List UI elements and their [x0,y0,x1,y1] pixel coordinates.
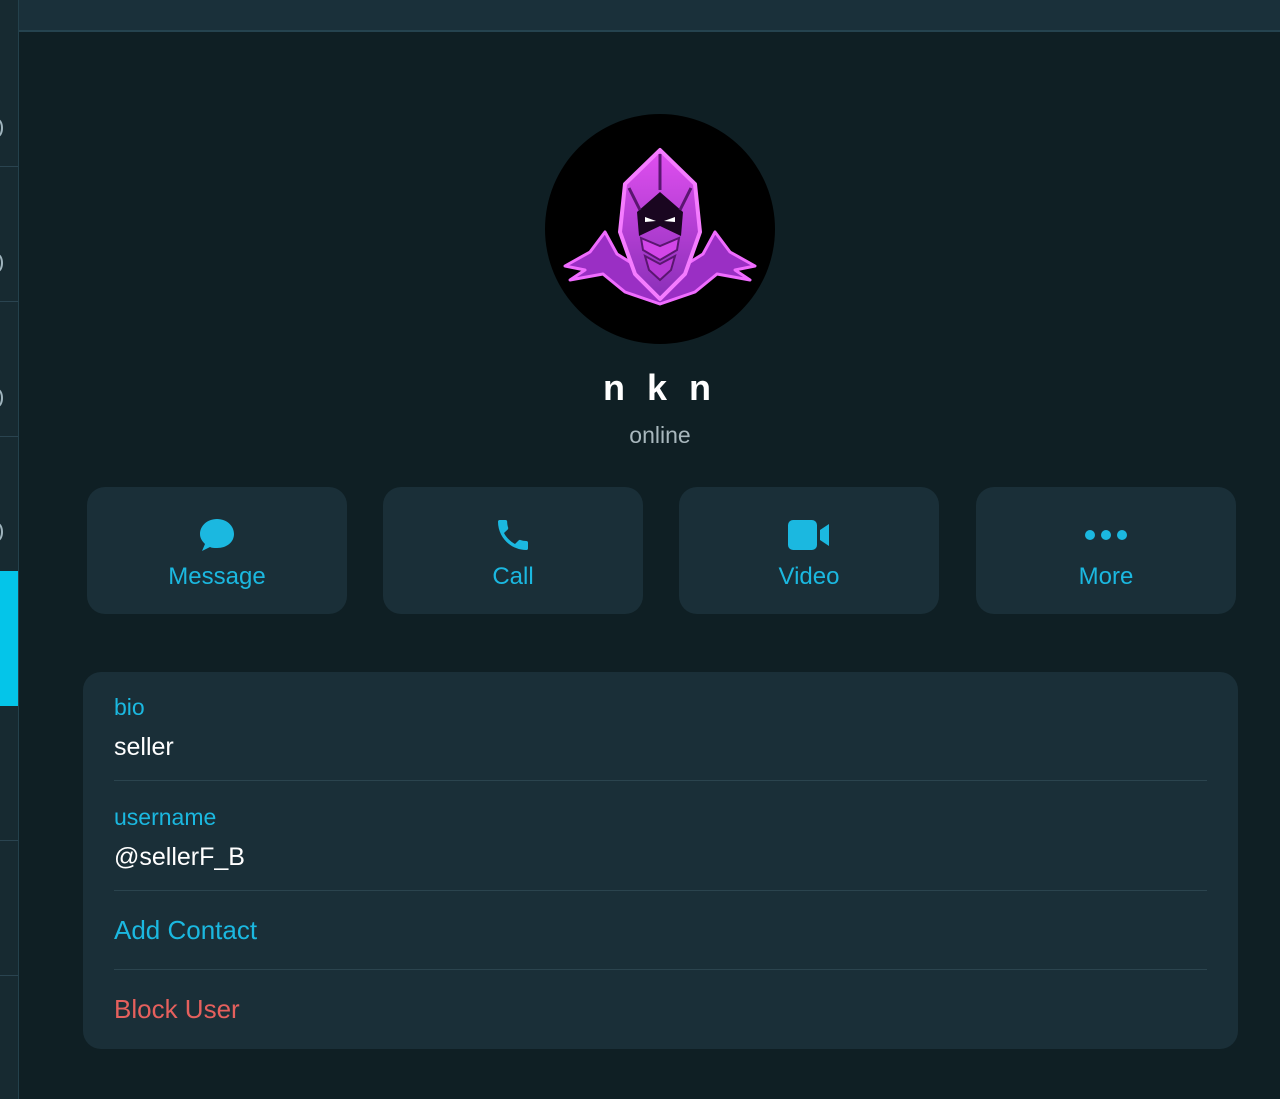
profile-info-card: bio seller username @sellerF_B Add Conta… [83,672,1238,1049]
video-camera-icon [788,520,829,550]
block-user-button[interactable]: Block User [114,993,240,1025]
bio-value[interactable]: seller [114,732,174,762]
sidebar-item-active-indicator[interactable] [0,571,18,706]
video-button[interactable]: Video [679,487,939,614]
message-button[interactable]: Message [87,487,347,614]
chat-item-edge-4[interactable] [0,523,3,541]
divider [114,780,1207,781]
call-button[interactable]: Call [383,487,643,614]
hooded-figure-icon [563,148,757,306]
message-button-label: Message [168,563,266,590]
avatar[interactable] [545,114,775,344]
sidebar-divider [0,436,18,437]
profile-name: n k n [602,367,717,408]
divider [114,890,1207,891]
sidebar-divider [0,975,18,976]
add-contact-button[interactable]: Add Contact [114,914,257,946]
video-button-label: Video [778,563,840,590]
chat-list-sidebar [0,0,19,1099]
sidebar-divider [0,301,18,302]
more-button[interactable]: More [976,487,1236,614]
chat-item-edge-3[interactable] [0,389,3,407]
phone-icon [498,520,528,550]
chat-bubble-icon [200,519,234,551]
chat-item-edge-2[interactable] [0,254,3,272]
more-dots-icon [1085,530,1127,540]
username-value[interactable]: @sellerF_B [114,842,245,872]
top-bar [19,0,1280,32]
username-label: username [114,804,217,830]
chat-item-edge-1[interactable] [0,119,3,137]
sidebar-divider [0,840,18,841]
more-button-label: More [1078,563,1134,590]
bio-label: bio [114,694,145,720]
divider [114,969,1207,970]
call-button-label: Call [492,563,534,590]
sidebar-divider [0,166,18,167]
online-status: online [629,422,691,448]
